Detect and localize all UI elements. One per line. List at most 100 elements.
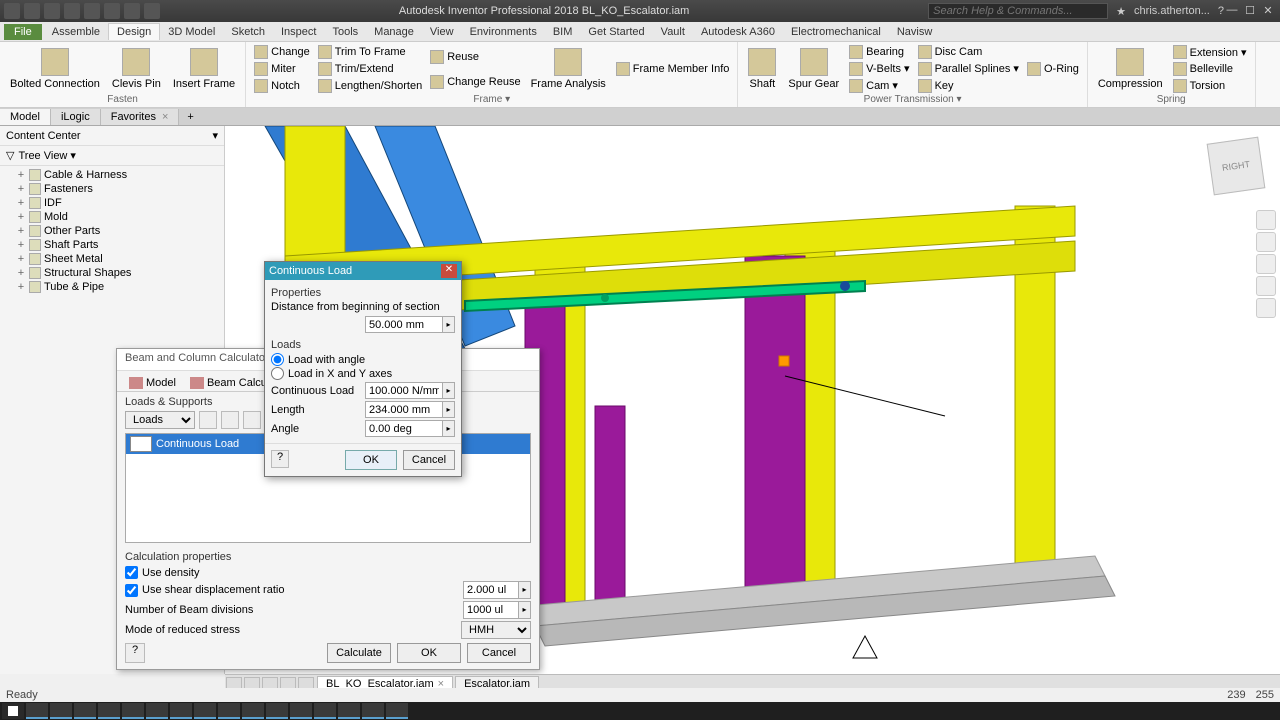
- bolted-connection-button[interactable]: Bolted Connection: [6, 44, 104, 94]
- start-button[interactable]: [2, 703, 24, 719]
- notch-button[interactable]: Notch: [252, 78, 312, 94]
- lengthen-button[interactable]: Lengthen/Shorten: [316, 78, 424, 94]
- radio-load-xy[interactable]: Load in X and Y axes: [271, 367, 455, 380]
- nav-orbit-icon[interactable]: [1256, 232, 1276, 252]
- taskbar-item[interactable]: [146, 703, 168, 719]
- radio-load-angle[interactable]: Load with angle: [271, 353, 455, 366]
- taskbar-item[interactable]: [266, 703, 288, 719]
- change-reuse-button[interactable]: Change Reuse: [428, 74, 522, 90]
- tree-item[interactable]: +Mold: [4, 210, 220, 224]
- ok-button[interactable]: OK: [345, 450, 397, 470]
- use-density-checkbox[interactable]: Use density: [125, 566, 531, 579]
- add-tab-button[interactable]: +: [179, 109, 201, 125]
- taskbar-item[interactable]: [122, 703, 144, 719]
- tab-tools[interactable]: Tools: [324, 24, 366, 40]
- taskbar-item[interactable]: [194, 703, 216, 719]
- cancel-button[interactable]: Cancel: [403, 450, 455, 470]
- taskbar-item[interactable]: [290, 703, 312, 719]
- tab-view[interactable]: View: [422, 24, 462, 40]
- tree-item[interactable]: +Fasteners: [4, 182, 220, 196]
- distance-input[interactable]: [365, 316, 443, 333]
- use-shear-checkbox[interactable]: Use shear displacement ratio: [125, 584, 284, 597]
- loads-dropdown[interactable]: Loads: [125, 411, 195, 429]
- tab-navis[interactable]: Navisw: [889, 24, 940, 40]
- clevis-pin-button[interactable]: Clevis Pin: [108, 44, 165, 94]
- disccam-button[interactable]: Disc Cam: [916, 44, 1021, 60]
- cam-button[interactable]: Cam ▾: [847, 78, 911, 94]
- reuse-button[interactable]: Reuse: [428, 49, 522, 65]
- tab-environments[interactable]: Environments: [462, 24, 545, 40]
- belleville-button[interactable]: Belleville: [1171, 61, 1249, 77]
- taskbar-item[interactable]: [386, 703, 408, 719]
- qat-select-icon[interactable]: [104, 3, 120, 19]
- compression-button[interactable]: Compression: [1094, 44, 1167, 94]
- miter-button[interactable]: Miter: [252, 61, 312, 77]
- close-button[interactable]: ✕: [1260, 4, 1276, 18]
- tab-design[interactable]: Design: [108, 23, 160, 40]
- nav-home-icon[interactable]: [1256, 210, 1276, 230]
- arrow-left-icon[interactable]: [199, 411, 217, 429]
- tree-item[interactable]: +Cable & Harness: [4, 168, 220, 182]
- taskbar-item[interactable]: [242, 703, 264, 719]
- tab-em[interactable]: Electromechanical: [783, 24, 889, 40]
- close-icon[interactable]: ✕: [441, 264, 457, 278]
- qat-appearance-icon[interactable]: [144, 3, 160, 19]
- tab-ilogic[interactable]: iLogic: [51, 109, 101, 125]
- key-button[interactable]: Key: [916, 78, 1021, 94]
- taskbar-item[interactable]: [314, 703, 336, 719]
- insert-frame-button[interactable]: Insert Frame: [169, 44, 239, 94]
- tab-model2[interactable]: Model: [123, 375, 182, 391]
- shear-value-input[interactable]: [463, 581, 519, 599]
- tree-item[interactable]: +Structural Shapes: [4, 266, 220, 280]
- viewcube[interactable]: RIGHT: [1207, 137, 1266, 196]
- tree-item[interactable]: +Shaft Parts: [4, 238, 220, 252]
- qat-undo-icon[interactable]: [64, 3, 80, 19]
- taskbar-item[interactable]: [170, 703, 192, 719]
- change-button[interactable]: Change: [252, 44, 312, 60]
- length-input[interactable]: [365, 401, 443, 418]
- tab-favorites[interactable]: Favorites×: [101, 109, 180, 125]
- nav-pan-icon[interactable]: [1256, 254, 1276, 274]
- taskbar-item[interactable]: [26, 703, 48, 719]
- qat-new-icon[interactable]: [4, 3, 20, 19]
- close-tab-icon[interactable]: ×: [162, 111, 168, 123]
- arrow-right-icon[interactable]: [221, 411, 239, 429]
- help-button[interactable]: ?: [125, 643, 145, 663]
- trim-button[interactable]: Trim To Frame: [316, 44, 424, 60]
- minimize-button[interactable]: —: [1224, 4, 1240, 18]
- length-dropdown-icon[interactable]: ▸: [443, 401, 455, 418]
- signin-icon[interactable]: ★: [1116, 5, 1126, 18]
- tab-3dmodel[interactable]: 3D Model: [160, 24, 223, 40]
- angle-dropdown-icon[interactable]: ▸: [443, 420, 455, 437]
- cont-dropdown-icon[interactable]: ▸: [443, 382, 455, 399]
- tab-bim[interactable]: BIM: [545, 24, 581, 40]
- filter-icon[interactable]: ▽: [6, 149, 14, 162]
- help-icon[interactable]: ?: [271, 450, 289, 468]
- taskbar-item[interactable]: [50, 703, 72, 719]
- nav-lookat-icon[interactable]: [1256, 298, 1276, 318]
- tab-sketch[interactable]: Sketch: [223, 24, 273, 40]
- cancel-button[interactable]: Cancel: [467, 643, 531, 663]
- cont-load-input[interactable]: [365, 382, 443, 399]
- user-label[interactable]: chris.atherton...: [1134, 5, 1210, 17]
- file-tab[interactable]: File: [4, 24, 42, 40]
- taskbar-item[interactable]: [338, 703, 360, 719]
- beam-div-input[interactable]: [463, 601, 519, 619]
- taskbar-item[interactable]: [98, 703, 120, 719]
- distance-dropdown-icon[interactable]: ▸: [443, 316, 455, 333]
- tree-item[interactable]: +IDF: [4, 196, 220, 210]
- oring-button[interactable]: O-Ring: [1025, 61, 1081, 77]
- taskbar-item[interactable]: [218, 703, 240, 719]
- tab-getstarted[interactable]: Get Started: [580, 24, 652, 40]
- tree-item[interactable]: +Tube & Pipe: [4, 280, 220, 294]
- tree-item[interactable]: +Other Parts: [4, 224, 220, 238]
- qat-material-icon[interactable]: [124, 3, 140, 19]
- shaft-button[interactable]: Shaft: [744, 44, 780, 94]
- nav-zoom-icon[interactable]: [1256, 276, 1276, 296]
- tab-model[interactable]: Model: [0, 109, 51, 125]
- browser-treeview-bar[interactable]: ▽ Tree View ▾: [0, 146, 224, 166]
- qat-save-icon[interactable]: [44, 3, 60, 19]
- frame-analysis-button[interactable]: Frame Analysis: [527, 44, 610, 94]
- tab-inspect[interactable]: Inspect: [273, 24, 324, 40]
- vbelts-button[interactable]: V-Belts ▾: [847, 61, 911, 77]
